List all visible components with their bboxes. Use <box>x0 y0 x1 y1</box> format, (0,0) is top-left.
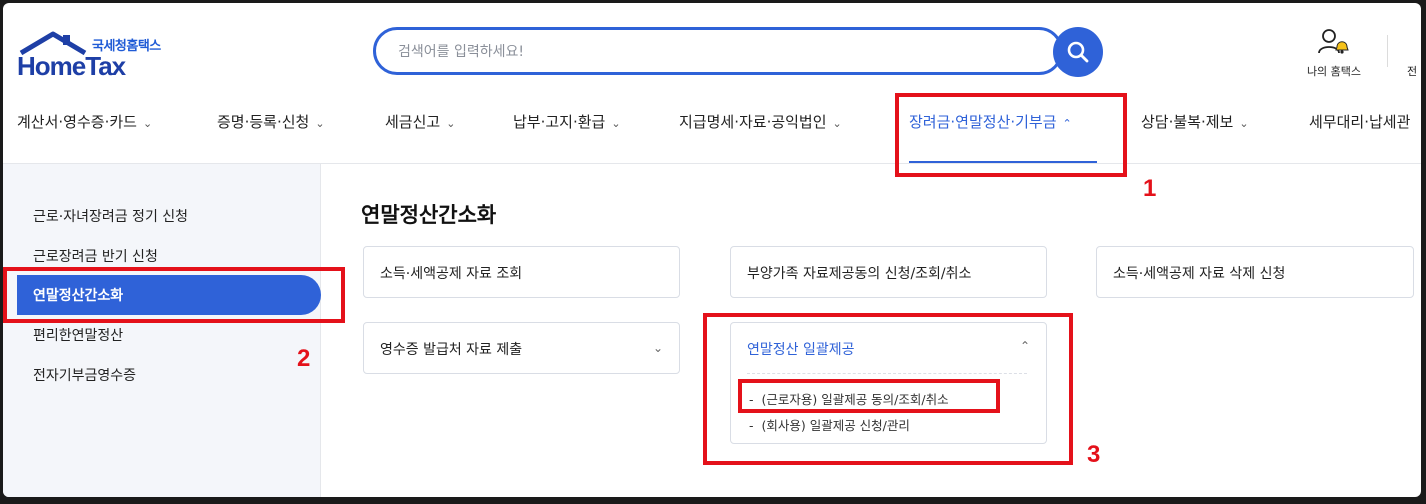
card-deduction-data-lookup[interactable]: 소득·세액공제 자료 조회 <box>363 246 680 298</box>
card-label: 영수증 발급처 자료 제출 <box>380 342 523 358</box>
chevron-down-icon: ⌄ <box>611 117 621 130</box>
card-deduction-data-delete[interactable]: 소득·세액공제 자료 삭제 신청 <box>1096 246 1414 298</box>
header-divider <box>1387 35 1388 67</box>
nav-item-tax-agent[interactable]: 세무대리·납세관 <box>1309 111 1410 132</box>
search-button[interactable] <box>1053 27 1103 77</box>
nav-item-label: 계산서·영수증·카드 <box>17 113 137 131</box>
page-title: 연말정산간소화 <box>361 203 497 227</box>
highlight-box-employee-consent <box>738 379 1000 413</box>
nav-item-label: 세무대리·납세관 <box>1309 113 1411 131</box>
user-bell-icon <box>1318 29 1349 54</box>
chevron-down-icon: ⌄ <box>142 117 153 130</box>
my-hometax-button[interactable]: 나의 홈택스 <box>1299 27 1369 87</box>
nav-item-payment[interactable]: 납부·고지·환급 ⌄ <box>513 111 621 132</box>
card-receipt-issuer-submit[interactable]: 영수증 발급처 자료 제출 ⌄ <box>363 322 680 374</box>
chevron-down-icon: ⌄ <box>832 117 842 130</box>
nav-item-label: 상담·불복·제보 <box>1141 113 1234 131</box>
nav-item-label: 증명·등록·신청 <box>217 113 310 131</box>
annotation-number-1: 1 <box>1143 175 1157 202</box>
hometax-logo[interactable]: 국세청홈택스 HomeTax <box>17 31 177 83</box>
nav-item-invoice[interactable]: 계산서·영수증·카드 ⌄ <box>17 111 152 132</box>
chevron-down-icon: ⌄ <box>446 117 456 130</box>
card-label: 소득·세액공제 자료 조회 <box>380 266 523 282</box>
highlight-box-nav <box>895 93 1127 177</box>
app-window: 국세청홈택스 HomeTax 나의 홈택스 전 계산서·영수증·카드 ⌄ 증명·등… <box>3 3 1421 497</box>
nav-item-tax-return[interactable]: 세금신고 ⌄ <box>385 111 455 132</box>
sidebar-item-half-year-incentive[interactable]: 근로장려금 반기 신청 <box>33 246 158 266</box>
main-nav: 계산서·영수증·카드 ⌄ 증명·등록·신청 ⌄ 세금신고 ⌄ 납부·고지·환급 ⌄ 지급… <box>3 99 1421 161</box>
nav-item-label: 납부·고지·환급 <box>513 113 606 131</box>
chevron-down-icon: ⌄ <box>652 341 663 355</box>
sidebar-item-donation-receipt[interactable]: 전자기부금영수증 <box>33 365 136 385</box>
nav-item-statement[interactable]: 지급명세·자료·공익법인 ⌄ <box>679 111 842 132</box>
nav-item-label: 세금신고 <box>385 113 441 131</box>
highlight-box-sidebar <box>3 267 345 323</box>
search-input[interactable] <box>396 40 1000 64</box>
card-label: 소득·세액공제 자료 삭제 신청 <box>1113 266 1286 282</box>
card-label: 부양가족 자료제공동의 신청/조회/취소 <box>747 266 972 282</box>
nav-item-consult[interactable]: 상담·불복·제보 ⌄ <box>1141 111 1249 132</box>
chevron-down-icon: ⌄ <box>1239 117 1249 130</box>
search-icon <box>1067 41 1089 63</box>
sidebar-item-regular-incentive[interactable]: 근로·자녀장려금 정기 신청 <box>33 206 188 226</box>
annotation-number-3: 3 <box>1087 441 1101 468</box>
search-bar <box>373 27 1063 75</box>
annotation-number-2: 2 <box>297 345 311 372</box>
nav-item-certificate[interactable]: 증명·등록·신청 ⌄ <box>217 111 325 132</box>
chevron-down-icon: ⌄ <box>315 117 325 130</box>
nav-item-label: 지급명세·자료·공익법인 <box>679 113 827 131</box>
sidebar-item-easy-settlement[interactable]: 편리한연말정산 <box>33 325 123 345</box>
my-hometax-label: 나의 홈택스 <box>1306 65 1362 78</box>
header-cut-label[interactable]: 전 <box>1407 63 1417 79</box>
logo-english-text: HomeTax <box>17 51 126 81</box>
card-dependent-consent[interactable]: 부양가족 자료제공동의 신청/조회/취소 <box>730 246 1047 298</box>
